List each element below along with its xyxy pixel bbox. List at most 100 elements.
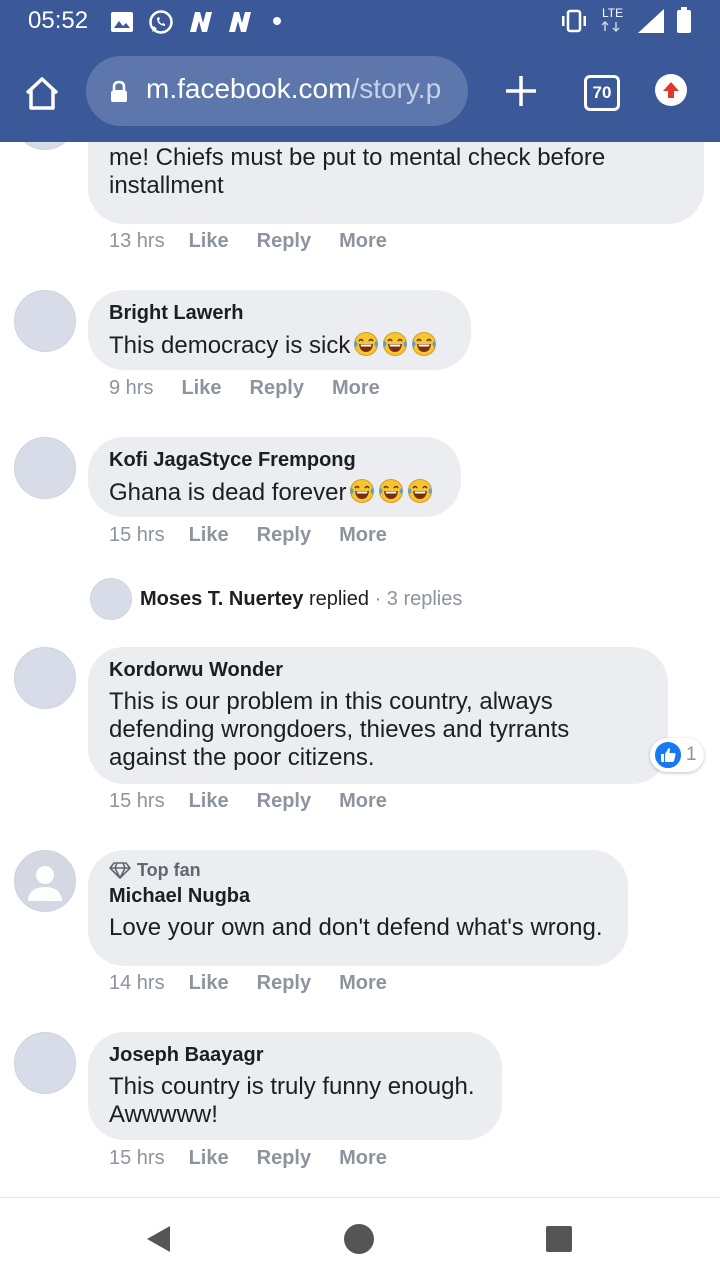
browser-toolbar: m.facebook.com/story.p 70 [0,44,720,142]
laughing-tears-emoji-icon [412,332,437,356]
home-icon[interactable] [22,74,62,114]
more-button[interactable]: More [339,1147,387,1170]
more-button[interactable]: More [332,377,380,400]
reaction-count: 1 [686,744,697,765]
replies-summary[interactable]: Moses T. Nuertey replied · 3 replies [140,588,462,611]
like-button[interactable]: Like [189,972,229,995]
system-navigation-bar [0,1197,720,1281]
url-host: m.facebook.com [146,73,352,104]
comment-text: This is our problem in this country, alw… [109,688,570,771]
emoji-group [346,479,433,506]
reply-button[interactable]: Reply [250,377,304,400]
battery-icon [677,7,691,33]
image-icon [111,12,133,32]
new-tab-icon[interactable] [502,72,540,110]
comment-bubble[interactable]: Kordorwu Wonder This is our problem in t… [88,647,668,784]
comment-text: Ghana is dead forever [109,478,441,507]
avatar[interactable] [14,1032,76,1094]
url-path: /story.p [351,73,442,104]
signal-icon [638,9,664,33]
network-label: LTE [602,6,624,20]
comment-meta: 15 hrs Like Reply More [109,524,387,547]
comment-meta: 14 hrs Like Reply More [109,972,387,995]
like-reaction-icon [654,741,682,769]
avatar[interactable] [14,647,76,709]
comment-time: 14 hrs [109,972,165,994]
status-time: 05:52 [28,7,89,34]
avatar[interactable] [14,850,76,912]
comment-time: 15 hrs [109,524,165,546]
comment-time: 13 hrs [109,230,165,252]
top-fan-label: Top fan [137,860,201,880]
reply-verb: replied [308,588,369,610]
url-text[interactable]: m.facebook.com/story.p [146,73,441,105]
like-button[interactable]: Like [189,230,229,253]
like-button[interactable]: Like [181,377,221,400]
back-icon[interactable] [145,1224,173,1254]
comment-text: This country is truly funny enough. Awww… [109,1073,475,1128]
commenter-name[interactable]: Joseph Baayagr [109,1044,482,1067]
dot-icon [273,17,281,25]
comment-bubble[interactable]: Top fan Michael Nugba Love your own and … [88,850,628,966]
n-app-icon [190,12,212,32]
like-button[interactable]: Like [189,524,229,547]
comment-time: 15 hrs [109,790,165,812]
comment-text: Love your own and don't defend what's wr… [109,914,603,941]
avatar[interactable] [14,142,76,150]
n-app-icon [229,12,251,32]
avatar[interactable] [14,437,76,499]
home-circle-icon[interactable] [343,1223,375,1255]
reply-button[interactable]: Reply [257,524,311,547]
reply-button[interactable]: Reply [257,230,311,253]
reply-button[interactable]: Reply [257,972,311,995]
like-button[interactable]: Like [189,1147,229,1170]
update-arrow-icon [663,82,679,98]
default-profile-icon [28,866,62,901]
emoji-group [350,332,437,359]
comment-time: 9 hrs [109,377,154,399]
tab-switcher-button[interactable]: 70 [584,75,620,111]
comment-text: This democracy is sick [109,331,451,360]
laughing-tears-emoji-icon [354,332,379,356]
comment-bubble[interactable]: Bright Lawerh This democracy is sick [88,290,471,370]
comment-text-content: Ghana is dead forever [109,479,347,506]
like-button[interactable]: Like [189,790,229,813]
laughing-tears-emoji-icon [408,479,433,503]
more-button[interactable]: More [339,790,387,813]
recents-icon[interactable] [545,1225,573,1253]
comment-meta: 9 hrs Like Reply More [109,377,380,400]
whatsapp-icon [149,10,173,34]
comment-bubble[interactable]: Kofi JagaStyce Frempong Ghana is dead fo… [88,437,461,517]
browser-menu-button[interactable] [655,74,687,106]
reply-button[interactable]: Reply [257,790,311,813]
reply-avatar [90,578,132,620]
commenter-name[interactable]: Michael Nugba [109,885,608,908]
reply-count: · 3 replies [374,588,463,610]
status-bar: 05:52 LTE [0,0,720,44]
comment-bubble[interactable]: Joseph Baayagr This country is truly fun… [88,1032,502,1140]
commenter-name[interactable]: Kordorwu Wonder [109,659,648,682]
commenter-name[interactable]: Kofi JagaStyce Frempong [109,449,441,472]
comments-feed: Exhibition of sheer stupidity and insani… [0,142,720,1197]
reaction-badge[interactable]: 1 [650,738,704,772]
diamond-icon [109,862,131,879]
address-bar[interactable]: m.facebook.com/story.p [86,56,468,126]
more-button[interactable]: More [339,524,387,547]
data-arrows-icon [601,21,620,33]
comment-text: Exhibition of sheer stupidity and insani… [109,142,644,199]
comment-meta: 13 hrs Like Reply More [109,230,387,253]
avatar[interactable] [14,290,76,352]
commenter-name[interactable]: Bright Lawerh [109,302,451,325]
more-button[interactable]: More [339,230,387,253]
comment-meta: 15 hrs Like Reply More [109,1147,387,1170]
reply-button[interactable]: Reply [257,1147,311,1170]
comment-text-content: This democracy is sick [109,332,351,359]
comment-time: 15 hrs [109,1147,165,1169]
lock-icon [111,80,127,102]
laughing-tears-emoji-icon [383,332,408,356]
comment-bubble[interactable]: Exhibition of sheer stupidity and insani… [88,142,704,224]
more-button[interactable]: More [339,972,387,995]
reply-author: Moses T. Nuertey [140,588,304,610]
laughing-tears-emoji-icon [379,479,404,503]
comment-meta: 15 hrs Like Reply More [109,790,387,813]
